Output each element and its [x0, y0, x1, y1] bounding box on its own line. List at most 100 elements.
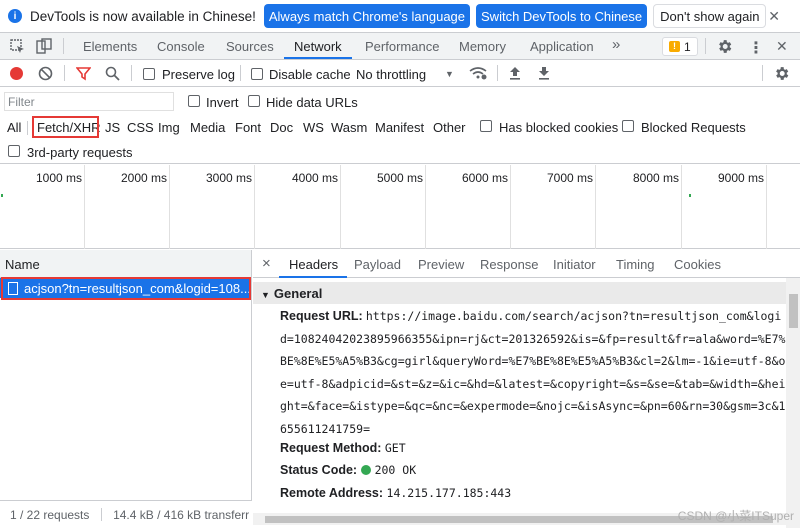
- tab-cookies[interactable]: Cookies: [674, 257, 721, 272]
- type-all[interactable]: All: [7, 120, 21, 135]
- settings-gear-icon[interactable]: [716, 38, 733, 55]
- issues-count: 1: [684, 39, 691, 54]
- status-code-value: 200 OK: [374, 463, 417, 477]
- tab-timing[interactable]: Timing: [616, 257, 655, 272]
- details-tab-bar: × Headers Payload Preview Response Initi…: [253, 250, 800, 278]
- tab-headers[interactable]: Headers: [289, 257, 338, 272]
- tab-elements[interactable]: Elements: [83, 39, 137, 54]
- tab-response[interactable]: Response: [480, 257, 539, 272]
- always-match-language-button[interactable]: Always match Chrome's language: [263, 4, 471, 28]
- type-ws[interactable]: WS: [303, 120, 324, 135]
- more-tabs-icon[interactable]: »: [612, 36, 620, 53]
- timeline-tick: 7000 ms: [546, 171, 593, 185]
- request-details-panel: × Headers Payload Preview Response Initi…: [253, 250, 800, 528]
- timeline-overview[interactable]: 1000 ms 2000 ms 3000 ms 4000 ms 5000 ms …: [0, 165, 800, 249]
- request-summary: 1 / 22 requests 14.4 kB / 416 kB transfe…: [0, 500, 252, 528]
- device-toolbar-icon[interactable]: [36, 38, 52, 54]
- clear-icon[interactable]: [38, 66, 53, 81]
- status-code-label: Status Code:: [280, 463, 358, 477]
- dont-show-again-button[interactable]: Don't show again: [653, 4, 767, 28]
- type-doc[interactable]: Doc: [270, 120, 293, 135]
- tab-performance[interactable]: Performance: [365, 39, 439, 54]
- general-section-title: General: [273, 286, 323, 301]
- tab-memory[interactable]: Memory: [459, 39, 506, 54]
- tab-payload[interactable]: Payload: [354, 257, 401, 272]
- blocked-requests-checkbox[interactable]: [622, 120, 634, 132]
- blocked-requests-label: Blocked Requests: [641, 120, 746, 135]
- info-icon: i: [8, 9, 22, 23]
- network-settings-icon[interactable]: [773, 65, 790, 82]
- timeline-tick: 4000 ms: [291, 171, 338, 185]
- filter-icon[interactable]: [76, 66, 91, 81]
- third-party-checkbox[interactable]: [8, 145, 20, 157]
- tab-initiator[interactable]: Initiator: [553, 257, 596, 272]
- watermark-text: CSDN @小菜ITSuper: [677, 509, 794, 523]
- network-conditions-icon[interactable]: [468, 66, 488, 81]
- transfer-size: 14.4 kB / 416 kB transferr: [113, 508, 250, 522]
- preserve-log-checkbox[interactable]: [143, 68, 155, 80]
- tab-console[interactable]: Console: [157, 39, 205, 54]
- filter-input[interactable]: Filter: [4, 92, 174, 111]
- language-infobar: i DevTools is now available in Chinese! …: [0, 0, 800, 33]
- type-wasm[interactable]: Wasm: [331, 120, 367, 135]
- status-code-row: Status Code: 200 OK: [280, 460, 416, 481]
- request-url-row: Request URL: https://image.baidu.com/sea…: [280, 306, 786, 442]
- tab-network[interactable]: Network: [294, 39, 342, 54]
- more-options-icon[interactable]: ⋮: [748, 38, 764, 58]
- timeline-tick: 8000 ms: [632, 171, 679, 185]
- record-icon[interactable]: [10, 67, 23, 80]
- timeline-tick: 5000 ms: [376, 171, 423, 185]
- name-column-header[interactable]: Name: [0, 250, 251, 278]
- disable-cache-label: Disable cache: [269, 67, 351, 82]
- timeline-request-mark: [1, 194, 3, 197]
- network-toolbar: Preserve log Disable cache No throttling…: [0, 60, 800, 87]
- dropdown-arrow-icon[interactable]: ▼: [445, 69, 454, 79]
- request-url-value: https://image.baidu.com/search/acjson?tn…: [280, 309, 786, 436]
- general-section-header[interactable]: ▼ General: [253, 282, 786, 304]
- remote-address-row: Remote Address: 14.215.177.185:443: [280, 483, 511, 504]
- preserve-log-label: Preserve log: [162, 67, 235, 82]
- type-other[interactable]: Other: [433, 120, 466, 135]
- close-icon[interactable]: ✕: [768, 8, 780, 25]
- status-ok-icon: [360, 465, 371, 475]
- search-icon[interactable]: [105, 66, 120, 81]
- active-detail-tab-indicator: [279, 276, 347, 278]
- infobar-message: DevTools is now available in Chinese!: [30, 8, 256, 24]
- has-blocked-cookies-checkbox[interactable]: [480, 120, 492, 132]
- disable-cache-checkbox[interactable]: [251, 68, 263, 80]
- highlight-box-fetch-xhr: [32, 116, 99, 138]
- timeline-tick: 6000 ms: [461, 171, 508, 185]
- throttling-select[interactable]: No throttling: [356, 67, 426, 82]
- tab-application[interactable]: Application: [530, 39, 594, 54]
- type-img[interactable]: Img: [158, 120, 180, 135]
- scrollbar-thumb[interactable]: [789, 294, 798, 328]
- tab-sources[interactable]: Sources: [226, 39, 274, 54]
- export-har-icon[interactable]: [537, 66, 551, 80]
- request-method-row: Request Method: GET: [280, 438, 406, 459]
- import-har-icon[interactable]: [508, 66, 522, 80]
- request-count: 1 / 22 requests: [10, 508, 90, 522]
- vertical-scrollbar[interactable]: [786, 278, 800, 528]
- timeline-request-mark: [689, 194, 691, 197]
- active-tab-indicator: [284, 57, 352, 59]
- hide-data-urls-checkbox[interactable]: [248, 95, 260, 107]
- request-url-label: Request URL:: [280, 309, 363, 323]
- type-manifest[interactable]: Manifest: [375, 120, 424, 135]
- close-devtools-icon[interactable]: ✕: [776, 38, 788, 55]
- issues-badge[interactable]: ! 1: [662, 37, 698, 56]
- type-font[interactable]: Font: [235, 120, 261, 135]
- inspect-element-icon[interactable]: [10, 39, 25, 54]
- type-media[interactable]: Media: [190, 120, 225, 135]
- invert-checkbox[interactable]: [188, 95, 200, 107]
- devtools-tab-bar: Elements Console Sources Network Perform…: [0, 33, 800, 60]
- timeline-tick: 9000 ms: [717, 171, 764, 185]
- close-details-icon[interactable]: ×: [262, 255, 271, 272]
- switch-to-chinese-button[interactable]: Switch DevTools to Chinese: [476, 4, 648, 28]
- triangle-down-icon: ▼: [261, 290, 270, 300]
- tab-preview[interactable]: Preview: [418, 257, 464, 272]
- type-css[interactable]: CSS: [127, 120, 154, 135]
- invert-label: Invert: [206, 95, 239, 110]
- remote-address-label: Remote Address:: [280, 486, 384, 500]
- type-js[interactable]: JS: [105, 120, 120, 135]
- request-method-value: GET: [384, 441, 406, 455]
